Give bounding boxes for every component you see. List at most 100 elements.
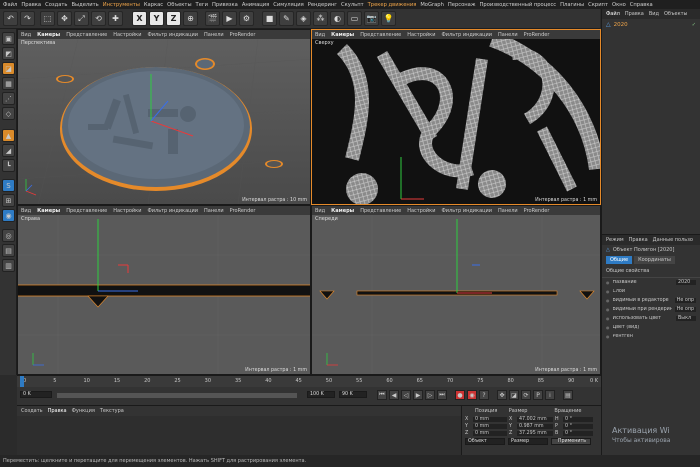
lock-workplane-icon[interactable]: ⊞ bbox=[2, 194, 15, 207]
array-icon[interactable]: ⁂ bbox=[313, 11, 328, 26]
points-mode-icon[interactable]: ⋰ bbox=[2, 92, 15, 105]
menu-item[interactable]: Плагины bbox=[560, 2, 584, 8]
attribute-value[interactable]: Не опр bbox=[674, 298, 696, 303]
viewport-solo-icon[interactable]: ▤ bbox=[2, 244, 15, 257]
menu-item[interactable]: MoGraph bbox=[420, 2, 444, 8]
floor-icon[interactable]: ▭ bbox=[347, 11, 362, 26]
prev-key-icon[interactable]: ◀ bbox=[389, 390, 399, 400]
tab-edit[interactable]: Правка bbox=[48, 408, 67, 414]
menu-item[interactable]: Привязка bbox=[212, 2, 238, 8]
menu-view[interactable]: Вид bbox=[21, 208, 31, 214]
scale-key-icon[interactable]: ◪ bbox=[509, 390, 519, 400]
menu-item[interactable]: Правка bbox=[21, 2, 41, 8]
play-icon[interactable]: ▶ bbox=[413, 390, 423, 400]
rotation-field[interactable]: 0 ° bbox=[563, 431, 593, 436]
param-key-icon[interactable]: P bbox=[533, 390, 543, 400]
visibility-icon[interactable]: ✓ bbox=[692, 22, 696, 28]
menu-prorender[interactable]: ProRender bbox=[524, 208, 550, 214]
texture-mode-icon[interactable]: ◪ bbox=[2, 62, 15, 75]
menu-item[interactable]: Рендеринг bbox=[308, 2, 337, 8]
range-slider[interactable] bbox=[57, 393, 297, 398]
move-tool-icon[interactable]: ✥ bbox=[57, 11, 72, 26]
attribute-value[interactable]: Выкл bbox=[676, 316, 696, 321]
recent-tools-icon[interactable]: ✚ bbox=[108, 11, 123, 26]
menu-item[interactable]: Инструменты bbox=[103, 2, 140, 8]
timeline-window-icon[interactable]: ▤ bbox=[563, 390, 573, 400]
workplane-icon[interactable]: ▦ bbox=[2, 77, 15, 90]
current-frame-field[interactable]: 0 K bbox=[20, 391, 52, 398]
menu-display[interactable]: Представление bbox=[66, 208, 107, 214]
pen-icon[interactable]: ✎ bbox=[279, 11, 294, 26]
menu-item[interactable]: Трекер движения bbox=[368, 2, 417, 8]
menu-view[interactable]: Вид bbox=[21, 32, 31, 38]
menu-cameras[interactable]: Камеры bbox=[331, 32, 354, 38]
keyframe-dot-icon[interactable]: ● bbox=[606, 289, 610, 294]
rotation-field[interactable]: 0 ° bbox=[563, 424, 593, 429]
tab-create[interactable]: Создать bbox=[21, 408, 43, 414]
menu-prorender[interactable]: ProRender bbox=[230, 32, 256, 38]
move-key-icon[interactable]: ✥ bbox=[497, 390, 507, 400]
max-frame-field[interactable]: 100 K bbox=[307, 391, 335, 398]
keyframe-dot-icon[interactable]: ● bbox=[606, 316, 610, 321]
menu-filter[interactable]: Фильтр индикации bbox=[441, 32, 492, 38]
autokey-icon[interactable]: ◉ bbox=[467, 390, 477, 400]
menu-item[interactable]: Справка bbox=[630, 2, 653, 8]
render-view-icon[interactable]: 🎬 bbox=[205, 11, 220, 26]
menu-filter[interactable]: Фильтр индикации bbox=[147, 208, 198, 214]
tab-file[interactable]: Файл bbox=[606, 11, 620, 17]
keyframe-dot-icon[interactable]: ● bbox=[606, 334, 610, 339]
menu-item[interactable]: Скульпт bbox=[341, 2, 364, 8]
menu-options[interactable]: Настройки bbox=[113, 32, 141, 38]
position-field[interactable]: 0 mm bbox=[473, 431, 507, 436]
menu-item[interactable]: Создать bbox=[45, 2, 67, 8]
coord-system-icon[interactable]: ⊕ bbox=[183, 11, 198, 26]
menu-filter[interactable]: Фильтр индикации bbox=[147, 32, 198, 38]
next-key-icon[interactable]: ▷ bbox=[425, 390, 435, 400]
menu-view[interactable]: Вид bbox=[315, 32, 325, 38]
menu-panels[interactable]: Панели bbox=[204, 32, 224, 38]
menu-item[interactable]: Производственный процесс bbox=[480, 2, 557, 8]
render-settings-icon[interactable]: ⚙ bbox=[239, 11, 254, 26]
menu-display[interactable]: Представление bbox=[360, 208, 401, 214]
record-icon[interactable]: ● bbox=[455, 390, 465, 400]
tab-view[interactable]: Вид bbox=[649, 11, 659, 17]
tab-user-data[interactable]: Данные пользо bbox=[653, 237, 693, 243]
viewport-top[interactable]: Вид Камеры Представление Настройки Фильт… bbox=[311, 29, 601, 205]
menu-prorender[interactable]: ProRender bbox=[230, 208, 256, 214]
tab-edit[interactable]: Правка bbox=[625, 11, 644, 17]
goto-end-icon[interactable]: ⏭ bbox=[437, 390, 447, 400]
menu-panels[interactable]: Панели bbox=[498, 208, 518, 214]
menu-item[interactable]: Симуляция bbox=[273, 2, 303, 8]
menu-display[interactable]: Представление bbox=[66, 32, 107, 38]
menu-panels[interactable]: Панели bbox=[204, 208, 224, 214]
cube-icon[interactable]: ■ bbox=[262, 11, 277, 26]
render-picture-viewer-icon[interactable]: ▶ bbox=[222, 11, 237, 26]
apply-button[interactable]: Применить bbox=[551, 438, 591, 445]
menu-item[interactable]: Персонаж bbox=[448, 2, 476, 8]
camera-icon[interactable]: 📷 bbox=[364, 11, 379, 26]
goto-start-icon[interactable]: ⏮ bbox=[377, 390, 387, 400]
size-field[interactable]: 0.987 mm bbox=[517, 424, 553, 429]
timeline-ruler[interactable]: 0 5 10 15 20 25 30 35 40 45 50 55 60 65 70 75 80 85 90 0 K bbox=[17, 375, 601, 388]
solo-icon[interactable]: ◎ bbox=[2, 229, 15, 242]
menu-options[interactable]: Настройки bbox=[113, 208, 141, 214]
redo-icon[interactable]: ↷ bbox=[20, 11, 35, 26]
menu-display[interactable]: Представление bbox=[360, 32, 401, 38]
rotation-field[interactable]: 0 ° bbox=[563, 417, 593, 422]
subdivision-icon[interactable]: ◈ bbox=[296, 11, 311, 26]
menu-view[interactable]: Вид bbox=[315, 208, 325, 214]
polygons-mode-icon[interactable]: ▲ bbox=[2, 129, 15, 142]
subtab-coords[interactable]: Координаты bbox=[634, 256, 675, 264]
menu-item[interactable]: Скрипт bbox=[588, 2, 608, 8]
size-field[interactable]: 37.295 mm bbox=[517, 431, 553, 436]
axis-mode-icon[interactable]: ┗ bbox=[2, 159, 15, 172]
end-frame-field[interactable]: 90 K bbox=[339, 391, 367, 398]
viewport-perspective[interactable]: Вид Камеры Представление Настройки Фильт… bbox=[17, 29, 311, 205]
edges-mode-icon[interactable]: ◇ bbox=[2, 107, 15, 120]
menu-item[interactable]: Каркас bbox=[144, 2, 163, 8]
menu-cameras[interactable]: Камеры bbox=[37, 32, 60, 38]
rotate-tool-icon[interactable]: ⟲ bbox=[91, 11, 106, 26]
layout-icon[interactable]: ▥ bbox=[2, 259, 15, 272]
menu-item[interactable]: Файл bbox=[3, 2, 17, 8]
rotate-key-icon[interactable]: ⟳ bbox=[521, 390, 531, 400]
